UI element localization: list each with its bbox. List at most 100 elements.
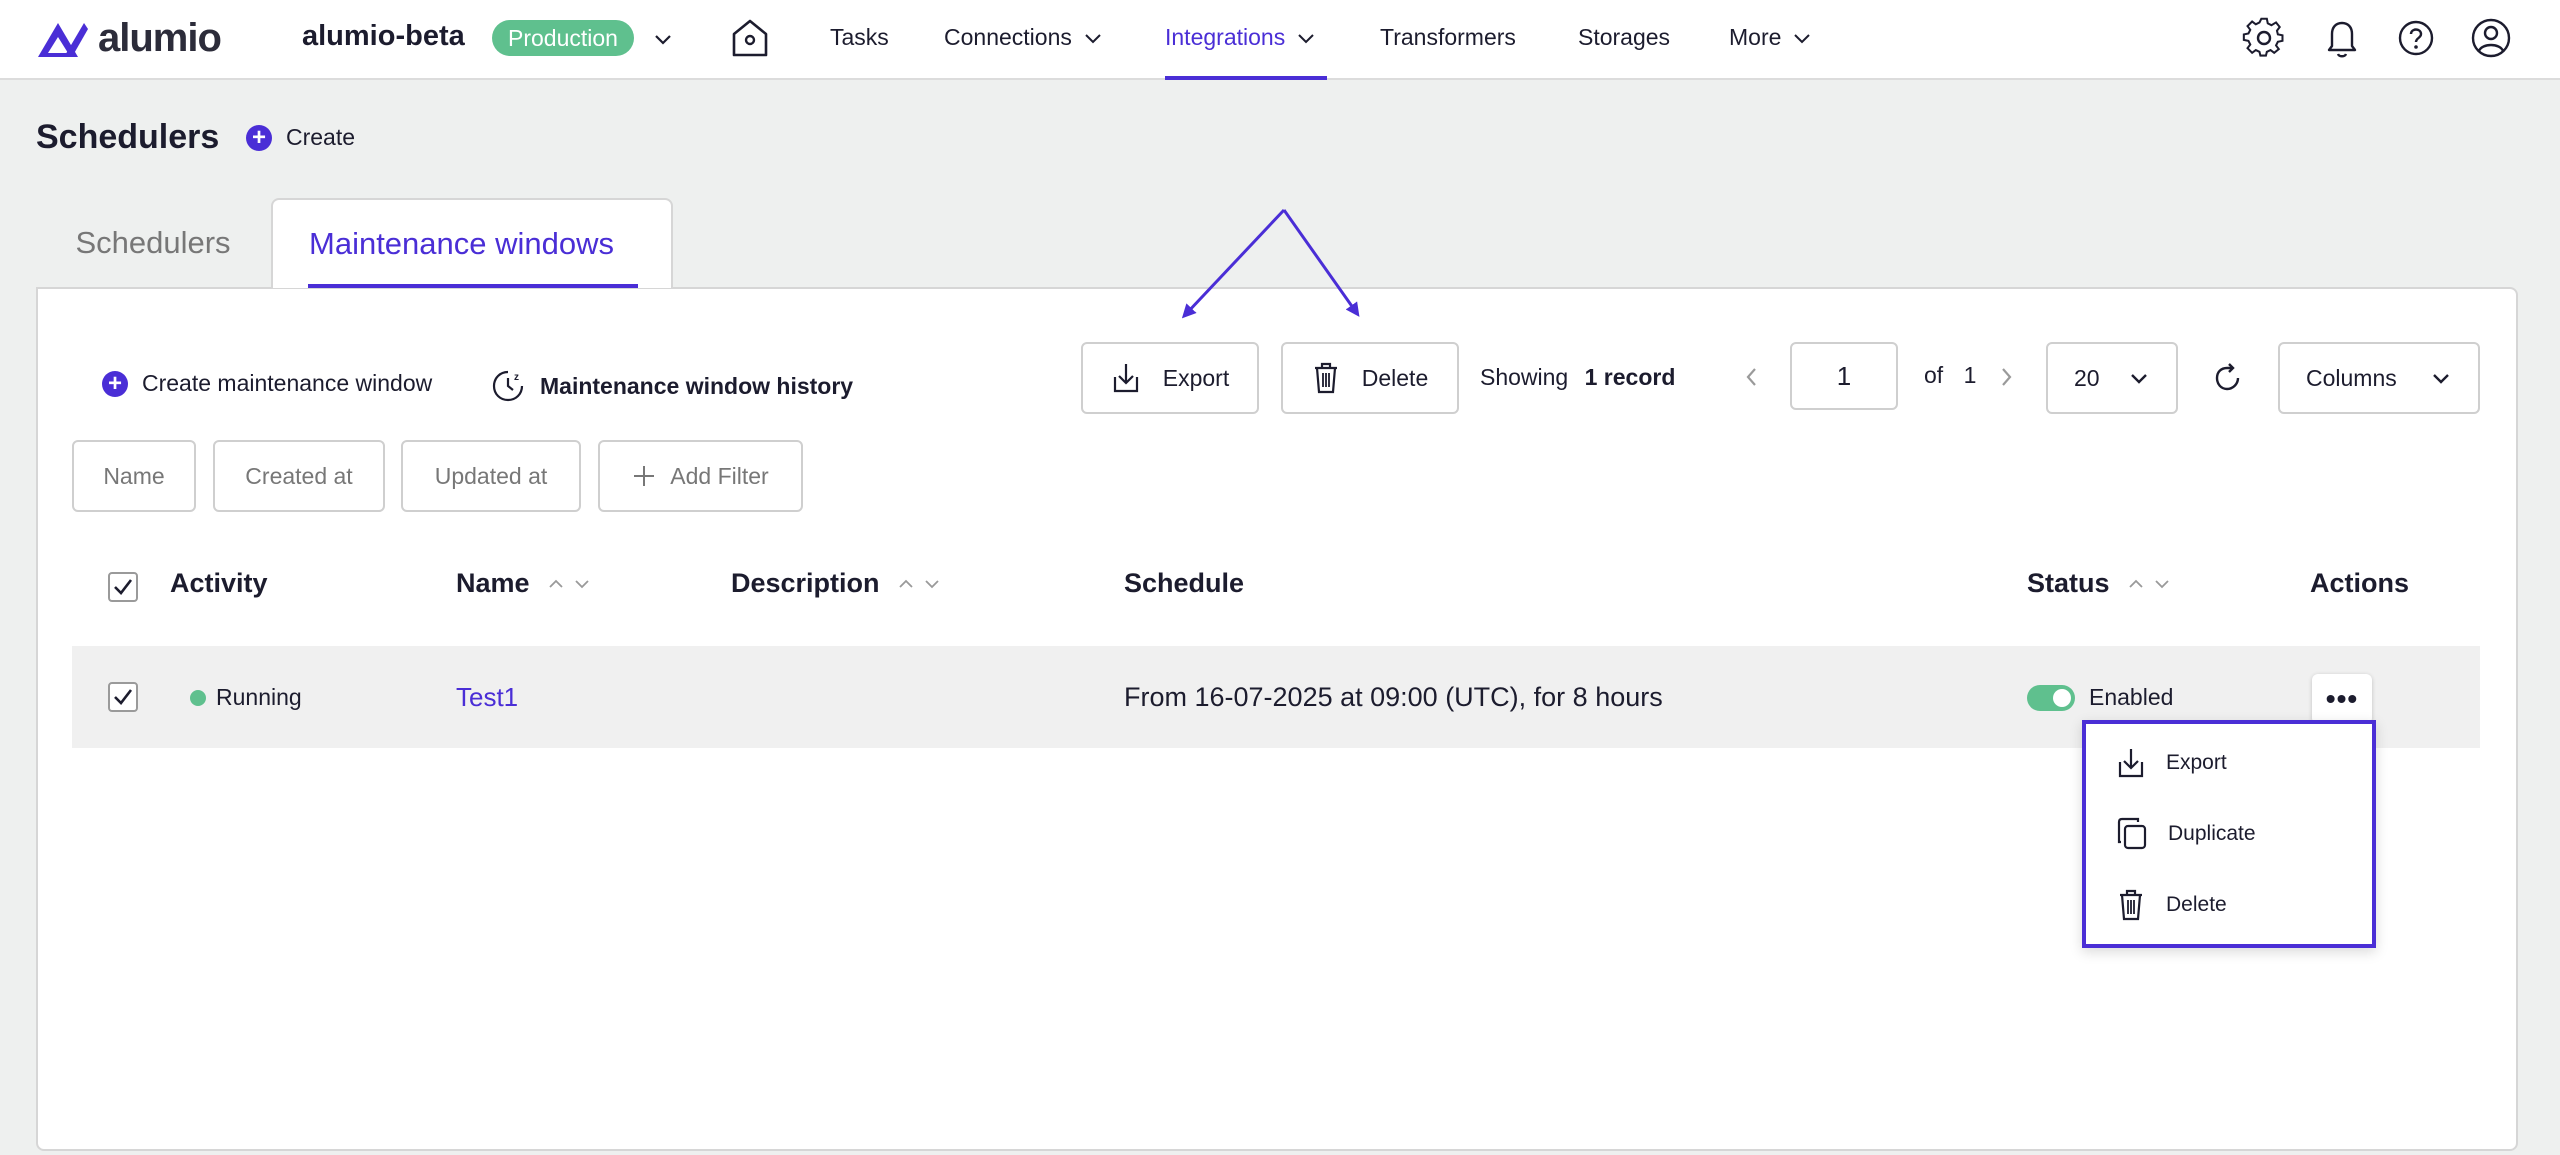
user-avatar-icon[interactable] [2470,16,2512,60]
column-header-status[interactable]: Status [2027,568,2172,599]
menu-item-duplicate[interactable]: Duplicate [2116,817,2256,851]
columns-button[interactable]: Columns [2278,342,2480,414]
row-schedule: From 16-07-2025 at 09:00 (UTC), for 8 ho… [1124,682,1663,712]
nav-storages[interactable]: Storages [1578,24,1670,51]
status-toggle[interactable] [2027,684,2075,711]
column-header-name[interactable]: Name [456,568,592,599]
page-title: Schedulers [36,118,220,156]
help-icon[interactable] [2396,16,2436,60]
tab-active-underline [308,284,638,288]
nav-tasks-label: Tasks [830,24,889,50]
download-icon [1113,364,1138,393]
record-count-value: 1 record [1584,364,1676,390]
filter-created-at[interactable]: Created at [213,440,385,512]
bell-icon[interactable] [2322,16,2362,60]
page-of-label: of 1 [1924,362,1976,389]
download-icon [2118,749,2144,778]
menu-duplicate-label: Duplicate [2168,822,2256,845]
trash-icon [1314,362,1337,394]
nav-transformers-label: Transformers [1380,24,1516,50]
column-header-actions: Actions [2310,568,2409,599]
page-size-value: 20 [2074,364,2100,391]
delete-button[interactable]: Delete [1281,342,1459,414]
create-maintenance-window-button[interactable]: + Create maintenance window [102,370,432,397]
schedule-header-label: Schedule [1124,568,1245,598]
row-name-link[interactable]: Test1 [456,682,518,713]
sort-descending-icon[interactable] [922,574,942,594]
total-pages: 1 [1963,362,1977,388]
nav-transformers[interactable]: Transformers [1380,24,1516,51]
home-icon[interactable] [730,16,770,60]
plus-circle-icon: + [246,124,272,151]
top-navigation-bar: alumio alumio-beta Production Tasks Conn… [0,0,2560,80]
nav-connections[interactable]: Connections [944,24,1104,51]
plus-circle-icon: + [102,370,128,397]
history-icon: z [492,370,524,402]
environment-name[interactable]: alumio-beta [302,20,465,53]
chevron-down-icon [2131,374,2147,384]
trash-icon [2120,889,2142,921]
row-actions-more-button[interactable]: ••• [2312,674,2372,724]
filter-updated-at[interactable]: Updated at [401,440,581,512]
menu-item-export[interactable]: Export [2116,746,2227,780]
sort-controls[interactable] [896,574,942,594]
tab-schedulers[interactable]: Schedulers [36,198,270,288]
menu-item-delete[interactable]: Delete [2116,888,2227,922]
nav-integrations[interactable]: Integrations [1165,24,1317,51]
nav-more-label: More [1729,24,1782,50]
sort-descending-icon[interactable] [2152,574,2172,594]
refresh-icon[interactable] [2210,360,2246,396]
page-size-select[interactable]: 20 [2046,342,2178,414]
select-all-checkbox[interactable] [108,572,138,602]
nav-connections-label: Connections [944,24,1072,50]
delete-label: Delete [1361,364,1429,391]
activity-header-label: Activity [170,568,268,598]
create-maintenance-window-label: Create maintenance window [142,370,433,396]
column-header-activity: Activity [170,568,268,599]
column-header-description[interactable]: Description [731,568,942,599]
add-filter-button[interactable]: Add Filter [598,440,803,512]
more-dots-icon: ••• [2325,683,2359,714]
sort-ascending-icon[interactable] [896,574,916,594]
sort-descending-icon[interactable] [572,574,592,594]
chevron-right-icon[interactable] [1996,364,2018,390]
filter-name-label: Name [103,462,165,489]
tab-schedulers-label: Schedulers [75,225,231,260]
nav-tasks[interactable]: Tasks [830,24,889,51]
create-scheduler-button[interactable]: + Create [246,124,355,151]
alumio-logo[interactable]: alumio [34,16,222,61]
check-icon [114,689,133,705]
activity-value: Running [216,684,302,710]
sort-ascending-icon[interactable] [546,574,566,594]
chevron-down-icon [1794,33,1811,43]
environment-badge[interactable]: Production [492,20,634,56]
column-header-schedule: Schedule [1124,568,1244,599]
filter-created-at-label: Created at [245,462,353,489]
row-checkbox[interactable] [108,682,138,712]
filter-name[interactable]: Name [72,440,196,512]
sort-controls[interactable] [2126,574,2172,594]
export-button[interactable]: Export [1081,342,1259,414]
chevron-left-icon[interactable] [1740,364,1762,390]
nav-more[interactable]: More [1729,24,1813,51]
row-actions-menu: Export Duplicate Delete [2082,720,2376,948]
environment-chevron-down-icon[interactable] [650,26,676,52]
logo-text: alumio [98,16,222,60]
of-text: of [1924,362,1944,388]
nav-active-underline [1165,76,1327,80]
gear-icon[interactable] [2242,16,2286,60]
sort-ascending-icon[interactable] [2126,574,2146,594]
maintenance-window-history-button[interactable]: z Maintenance window history [490,368,853,404]
tab-maintenance-windows[interactable]: Maintenance windows [271,198,673,288]
sort-controls[interactable] [546,574,592,594]
nav-storages-label: Storages [1578,24,1671,50]
activity-cell: Running [190,684,302,711]
add-filter-label: Add Filter [670,462,769,489]
menu-delete-label: Delete [2166,893,2227,916]
maintenance-window-history-label: Maintenance window history [540,372,854,399]
status-cell: Enabled [2027,684,2173,711]
page-number-input[interactable]: 1 [1790,342,1898,410]
showing-label: Showing [1480,364,1569,390]
chevron-down-icon [1298,33,1314,43]
status-header-label: Status [2027,568,2110,598]
